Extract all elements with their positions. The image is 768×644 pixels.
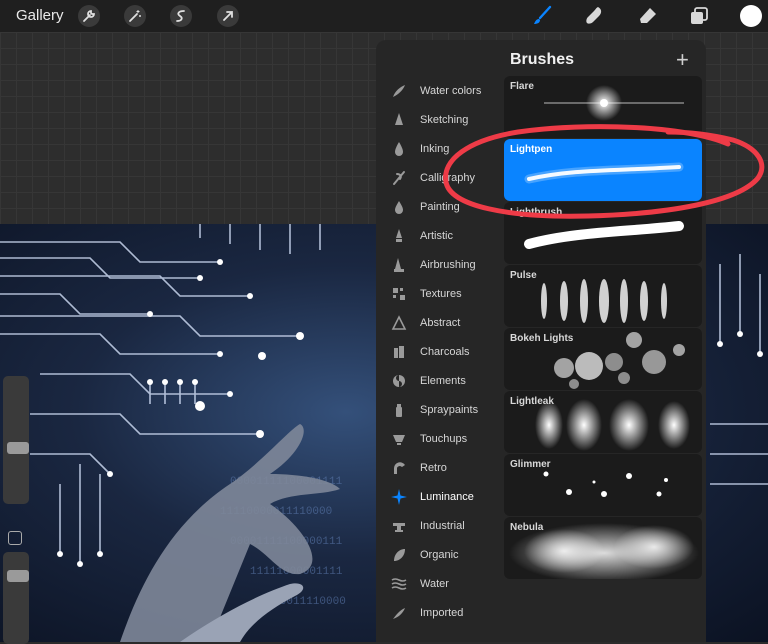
- category-retro[interactable]: Retro: [388, 453, 506, 482]
- category-industrial[interactable]: Industrial: [388, 511, 506, 540]
- category-abstract[interactable]: Abstract: [388, 308, 506, 337]
- opacity-knob[interactable]: [7, 570, 29, 582]
- eyedropper-button[interactable]: [8, 531, 22, 545]
- painting-icon: [388, 196, 410, 218]
- panel-title: Brushes: [510, 51, 575, 68]
- brush-library-panel: Brushes + Water colors Sketching Inking …: [376, 40, 706, 642]
- wrench-icon[interactable]: [78, 5, 100, 27]
- brush-tile-lightpen[interactable]: Lightpen: [504, 139, 702, 201]
- luminance-icon: [388, 486, 410, 508]
- top-toolbar: Gallery: [0, 0, 768, 32]
- category-water[interactable]: Water: [388, 569, 506, 598]
- organic-icon: [388, 544, 410, 566]
- category-calligraphy[interactable]: Calligraphy: [388, 163, 506, 192]
- category-inking[interactable]: Inking: [388, 134, 506, 163]
- brush-tile-lightbrush[interactable]: Lightbrush: [504, 202, 702, 264]
- category-elements[interactable]: Elements: [388, 366, 506, 395]
- category-painting[interactable]: Painting: [388, 192, 506, 221]
- sketching-icon: [388, 109, 410, 131]
- touchups-icon: [388, 428, 410, 450]
- category-sketching[interactable]: Sketching: [388, 105, 506, 134]
- magic-wand-icon[interactable]: [124, 5, 146, 27]
- water-colors-icon: [388, 80, 410, 102]
- category-luminance[interactable]: Luminance: [388, 482, 506, 511]
- brush-tile-lightleak[interactable]: Lightleak: [504, 391, 702, 453]
- brush-tile-nebula[interactable]: Nebula: [504, 517, 702, 579]
- brush-size-knob[interactable]: [7, 442, 29, 454]
- brush-tile-glimmer[interactable]: Glimmer: [504, 454, 702, 516]
- smudge-icon[interactable]: [582, 5, 606, 27]
- textures-icon: [388, 283, 410, 305]
- abstract-icon: [388, 312, 410, 334]
- brush-size-slider[interactable]: [3, 376, 29, 504]
- category-water-colors[interactable]: Water colors: [388, 76, 506, 105]
- water-icon: [388, 573, 410, 595]
- industrial-icon: [388, 515, 410, 537]
- transform-arrow-icon[interactable]: [217, 5, 239, 27]
- brush-tile-pulse[interactable]: Pulse: [504, 265, 702, 327]
- category-imported[interactable]: Imported: [388, 598, 506, 627]
- category-textures[interactable]: Textures: [388, 279, 506, 308]
- charcoals-icon: [388, 341, 410, 363]
- elements-icon: [388, 370, 410, 392]
- category-touchups[interactable]: Touchups: [388, 424, 506, 453]
- layers-icon[interactable]: [687, 5, 711, 27]
- color-picker-button[interactable]: [740, 5, 762, 27]
- opacity-slider[interactable]: [3, 552, 29, 644]
- selection-icon[interactable]: [170, 5, 192, 27]
- category-artistic[interactable]: Artistic: [388, 221, 506, 250]
- brush-tile-bokeh-lights[interactable]: Bokeh Lights: [504, 328, 702, 390]
- airbrushing-icon: [388, 254, 410, 276]
- retro-icon: [388, 457, 410, 479]
- category-airbrushing[interactable]: Airbrushing: [388, 250, 506, 279]
- add-brush-button[interactable]: +: [676, 49, 689, 71]
- calligraphy-icon: [388, 167, 410, 189]
- gallery-button[interactable]: Gallery: [16, 7, 64, 24]
- eraser-icon[interactable]: [636, 5, 660, 27]
- artistic-icon: [388, 225, 410, 247]
- category-charcoals[interactable]: Charcoals: [388, 337, 506, 366]
- imported-icon: [388, 602, 410, 624]
- category-spraypaints[interactable]: Spraypaints: [388, 395, 506, 424]
- inking-icon: [388, 138, 410, 160]
- brush-icon[interactable]: [530, 5, 554, 27]
- brush-tile-flare[interactable]: Flare: [504, 76, 702, 138]
- category-organic[interactable]: Organic: [388, 540, 506, 569]
- spraypaints-icon: [388, 399, 410, 421]
